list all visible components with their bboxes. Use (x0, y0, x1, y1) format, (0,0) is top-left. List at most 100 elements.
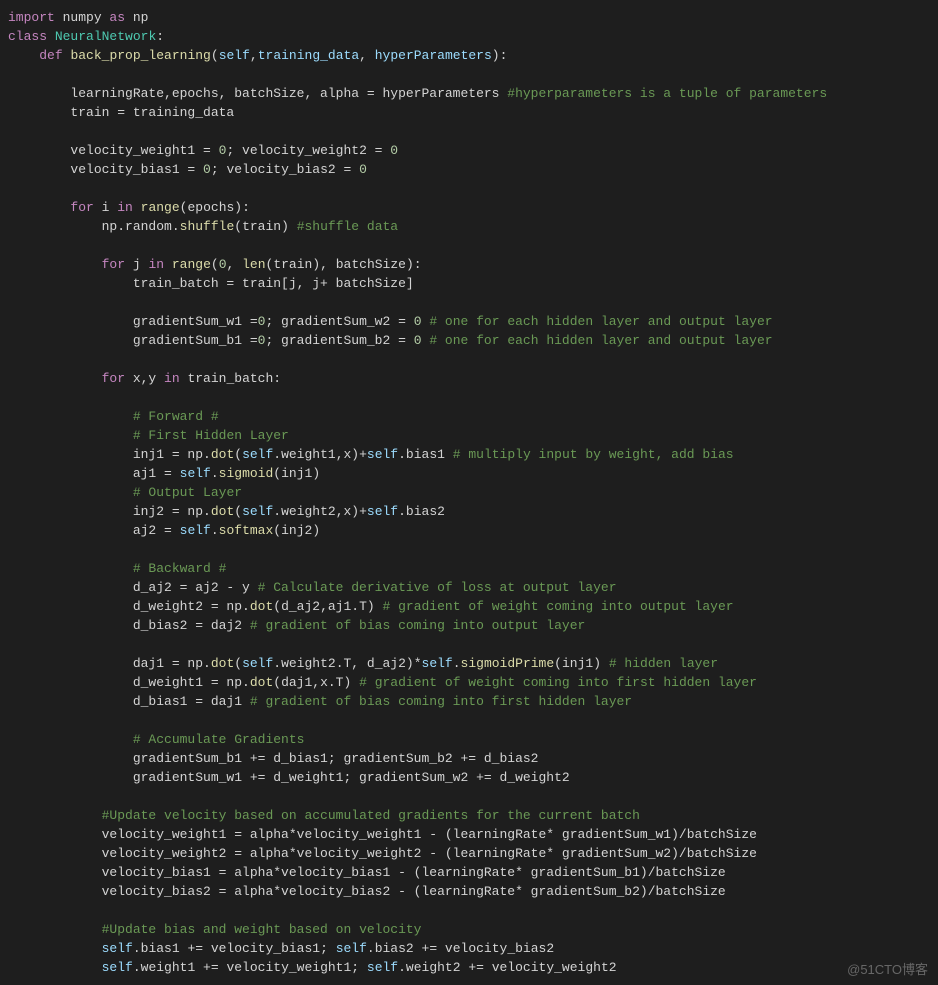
code-line: #Update velocity based on accumulated gr… (8, 808, 640, 823)
code-line: self.bias1 += velocity_bias1; self.bias2… (8, 941, 554, 956)
code-token: ; gradientSum_b2 = (265, 333, 413, 348)
code-token: ( (273, 466, 281, 481)
code-line: for j in range(0, len(train), batchSize)… (8, 257, 422, 272)
code-token (8, 371, 102, 386)
code-token (164, 257, 172, 272)
code-line: # Output Layer (8, 485, 242, 500)
code-token: ( (211, 48, 219, 63)
code-token: ( (273, 523, 281, 538)
code-token: # Output Layer (133, 485, 242, 500)
code-token: # one for each hidden layer and output l… (429, 333, 772, 348)
code-token: self (219, 48, 250, 63)
code-token: ) (312, 523, 320, 538)
code-token: .weight1,x)+ (273, 447, 367, 462)
code-token (133, 200, 141, 215)
code-token: # hidden layer (609, 656, 718, 671)
code-token: ) (593, 656, 609, 671)
code-line: velocity_weight1 = 0; velocity_weight2 =… (8, 143, 398, 158)
code-token: i (94, 200, 117, 215)
code-token: 0 (414, 314, 422, 329)
code-token: as (109, 10, 125, 25)
code-token: d_weight2 = np. (8, 599, 250, 614)
code-token: train (242, 219, 281, 234)
code-token: # Accumulate Gradients (133, 732, 305, 747)
code-line: inj1 = np.dot(self.weight1,x)+self.bias1… (8, 447, 734, 462)
code-line: velocity_weight2 = alpha*velocity_weight… (8, 846, 757, 861)
code-token: #shuffle data (297, 219, 398, 234)
code-token: . (211, 523, 219, 538)
code-token: train_batch: (180, 371, 281, 386)
code-token: ): (234, 200, 250, 215)
code-token: batchSize (336, 257, 406, 272)
code-token: #Update bias and weight based on velocit… (102, 922, 422, 937)
code-line: # First Hidden Layer (8, 428, 289, 443)
code-token: shuffle (180, 219, 235, 234)
code-token: 0 (390, 143, 398, 158)
code-token (8, 732, 133, 747)
code-token (8, 409, 133, 424)
code-token: # multiply input by weight, add bias (453, 447, 734, 462)
code-token: ) (312, 466, 320, 481)
code-token: daj1 = np. (8, 656, 211, 671)
code-token: ) (367, 599, 383, 614)
code-token (8, 561, 133, 576)
code-token: inj1 (281, 466, 312, 481)
code-token: ): (406, 257, 422, 272)
code-token: : (156, 29, 164, 44)
code-token: velocity_weight1 = alpha*velocity_weight… (8, 827, 757, 842)
code-token: NeuralNetwork (55, 29, 156, 44)
code-token: velocity_bias1 = alpha*velocity_bias1 - … (8, 865, 726, 880)
code-token: # Calculate derivative of loss at output… (258, 580, 617, 595)
code-token: inj2 = np. (8, 504, 211, 519)
code-line: aj2 = self.softmax(inj2) (8, 523, 320, 538)
code-token: # one for each hidden layer and output l… (429, 314, 772, 329)
code-token: .weight2 += velocity_weight2 (398, 960, 616, 975)
code-token: ; velocity_weight2 = (226, 143, 390, 158)
code-line: # Accumulate Gradients (8, 732, 304, 747)
code-token: inj2 (281, 523, 312, 538)
code-token: import (8, 10, 55, 25)
code-token: epochs (187, 200, 234, 215)
code-line: class NeuralNetwork: (8, 29, 164, 44)
code-token: len (242, 257, 265, 272)
code-token: ), (312, 257, 335, 272)
code-token: .weight2,x)+ (273, 504, 367, 519)
code-token: self (102, 960, 133, 975)
code-token: numpy (55, 10, 110, 25)
code-token: inj1 (562, 656, 593, 671)
code-token: aj1 = (8, 466, 180, 481)
code-token (8, 941, 102, 956)
code-token: velocity_weight2 = alpha*velocity_weight… (8, 846, 757, 861)
code-line: velocity_bias1 = 0; velocity_bias2 = 0 (8, 162, 367, 177)
code-token: , (250, 48, 258, 63)
code-line: d_aj2 = aj2 - y # Calculate derivative o… (8, 580, 617, 595)
code-token: velocity_bias1 = (8, 162, 203, 177)
code-token: , (359, 48, 375, 63)
code-line: for x,y in train_batch: (8, 371, 281, 386)
code-token: d_aj2,aj1.T (281, 599, 367, 614)
code-token: self (367, 960, 398, 975)
code-token: self (422, 656, 453, 671)
code-token: #hyperparameters is a tuple of parameter… (507, 86, 827, 101)
code-token (8, 200, 70, 215)
code-token: aj2 = (8, 523, 180, 538)
code-token: gradientSum_b1 = (8, 333, 258, 348)
code-token: in (148, 257, 164, 272)
code-token: dot (211, 504, 234, 519)
code-token: dot (211, 656, 234, 671)
code-token: d_weight1 = np. (8, 675, 250, 690)
code-line: # Forward # (8, 409, 219, 424)
code-line: d_weight2 = np.dot(d_aj2,aj1.T) # gradie… (8, 599, 734, 614)
code-token: train = training_data (8, 105, 234, 120)
code-token: np.random. (8, 219, 180, 234)
code-token: .bias2 += velocity_bias2 (367, 941, 554, 956)
code-token: velocity_bias2 = alpha*velocity_bias2 - … (8, 884, 726, 899)
code-line: d_bias1 = daj1 # gradient of bias coming… (8, 694, 632, 709)
code-token (8, 922, 102, 937)
code-token: self (242, 504, 273, 519)
code-token (8, 48, 39, 63)
code-token: ) (281, 219, 297, 234)
code-token: dot (250, 675, 273, 690)
code-token: np (125, 10, 148, 25)
code-line: velocity_weight1 = alpha*velocity_weight… (8, 827, 757, 842)
